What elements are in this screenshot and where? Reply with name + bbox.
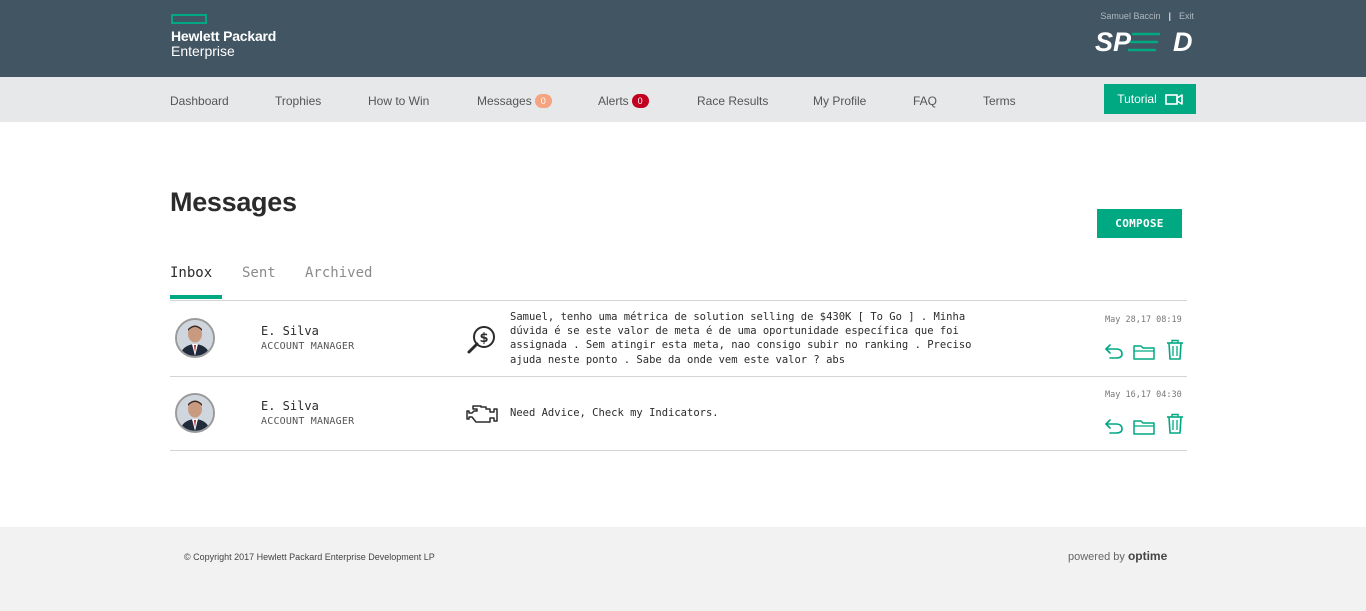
sender-role: ACCOUNT MANAGER (261, 341, 355, 352)
message-line: assignada . Sem atingir esta meta, nao c… (510, 339, 972, 352)
tab-sent[interactable]: Sent (242, 265, 276, 281)
nav-item-faq[interactable]: FAQ (913, 94, 937, 108)
svg-text:SP: SP (1095, 28, 1132, 56)
brand-name-line1: Hewlett Packard (171, 28, 277, 44)
archive-folder-icon[interactable] (1133, 419, 1155, 435)
nav-item-messages-label: Messages (477, 94, 532, 108)
message-line: ajuda neste ponto . Sabe da onde vem est… (510, 353, 846, 366)
video-camera-icon (1164, 93, 1183, 105)
tab-inbox[interactable]: Inbox (170, 265, 212, 281)
active-tab-indicator (170, 295, 222, 299)
top-header: Hewlett Packard Enterprise Samuel Baccin… (0, 0, 1366, 77)
hpe-logo-element (171, 14, 207, 24)
page-title: Messages (170, 187, 297, 217)
user-separator: | (1168, 11, 1171, 21)
reply-icon[interactable] (1104, 343, 1124, 360)
trash-icon[interactable] (1166, 339, 1184, 360)
exit-link[interactable]: Exit (1179, 11, 1194, 21)
message-date: May 16,17 04:30 (1105, 390, 1182, 400)
nav-item-my-profile[interactable]: My Profile (813, 94, 866, 108)
powered-by-logo[interactable]: powered by optime (1068, 549, 1167, 563)
reply-icon[interactable] (1104, 418, 1124, 435)
speed-logo[interactable]: SP D (1095, 28, 1199, 56)
avatar (175, 318, 215, 358)
hpe-logo[interactable]: Hewlett Packard Enterprise (171, 14, 276, 58)
message-line: dúvida é se este valor de meta é de uma … (510, 325, 959, 338)
person-photo (177, 395, 213, 431)
nav-item-alerts-label: Alerts (598, 94, 629, 108)
messages-count-badge: 0 (534, 94, 552, 108)
copyright-text: © Copyright 2017 Hewlett Packard Enterpr… (184, 552, 435, 562)
nav-item-terms[interactable]: Terms (983, 94, 1016, 108)
message-preview[interactable]: Samuel, tenho uma métrica de solution se… (510, 310, 1005, 367)
row-divider (170, 376, 1187, 377)
sender-role: ACCOUNT MANAGER (261, 416, 355, 427)
compose-button[interactable]: COMPOSE (1097, 209, 1182, 238)
sender-name: E. Silva (261, 324, 319, 338)
nav-item-how-to-win[interactable]: How to Win (368, 94, 429, 108)
row-divider (170, 450, 1187, 451)
page-footer (0, 527, 1366, 611)
tabs-divider (170, 300, 1187, 301)
archive-folder-icon[interactable] (1133, 344, 1155, 360)
engine-icon (466, 405, 498, 423)
nav-item-dashboard[interactable]: Dashboard (170, 94, 229, 108)
nav-item-messages[interactable]: Messages 0 (477, 94, 552, 108)
message-date: May 28,17 08:19 (1105, 315, 1182, 325)
sender-name: E. Silva (261, 399, 319, 413)
alerts-count-badge: 0 (631, 94, 649, 108)
svg-text:D: D (1173, 28, 1193, 56)
person-photo (177, 320, 213, 356)
trash-icon[interactable] (1166, 413, 1184, 434)
tutorial-button[interactable]: Tutorial (1104, 84, 1196, 114)
user-name[interactable]: Samuel Baccin (1100, 11, 1160, 21)
avatar (175, 393, 215, 433)
powered-by-prefix: powered by (1068, 551, 1125, 563)
message-preview[interactable]: Need Advice, Check my Indicators. (510, 406, 1005, 420)
tutorial-label: Tutorial (1117, 92, 1157, 106)
tab-archived[interactable]: Archived (305, 265, 372, 281)
user-area: Samuel Baccin | Exit (1100, 11, 1194, 21)
message-line: Need Advice, Check my Indicators. (510, 407, 719, 419)
svg-text:$: $ (479, 331, 488, 346)
powered-by-brand: optime (1127, 549, 1168, 563)
brand-name-line2: Enterprise (171, 43, 235, 59)
money-search-icon: $ (467, 326, 495, 354)
nav-item-race-results[interactable]: Race Results (697, 94, 768, 108)
nav-item-alerts[interactable]: Alerts 0 (598, 94, 649, 108)
nav-item-trophies[interactable]: Trophies (275, 94, 321, 108)
message-line: Samuel, tenho uma métrica de solution se… (510, 311, 966, 323)
